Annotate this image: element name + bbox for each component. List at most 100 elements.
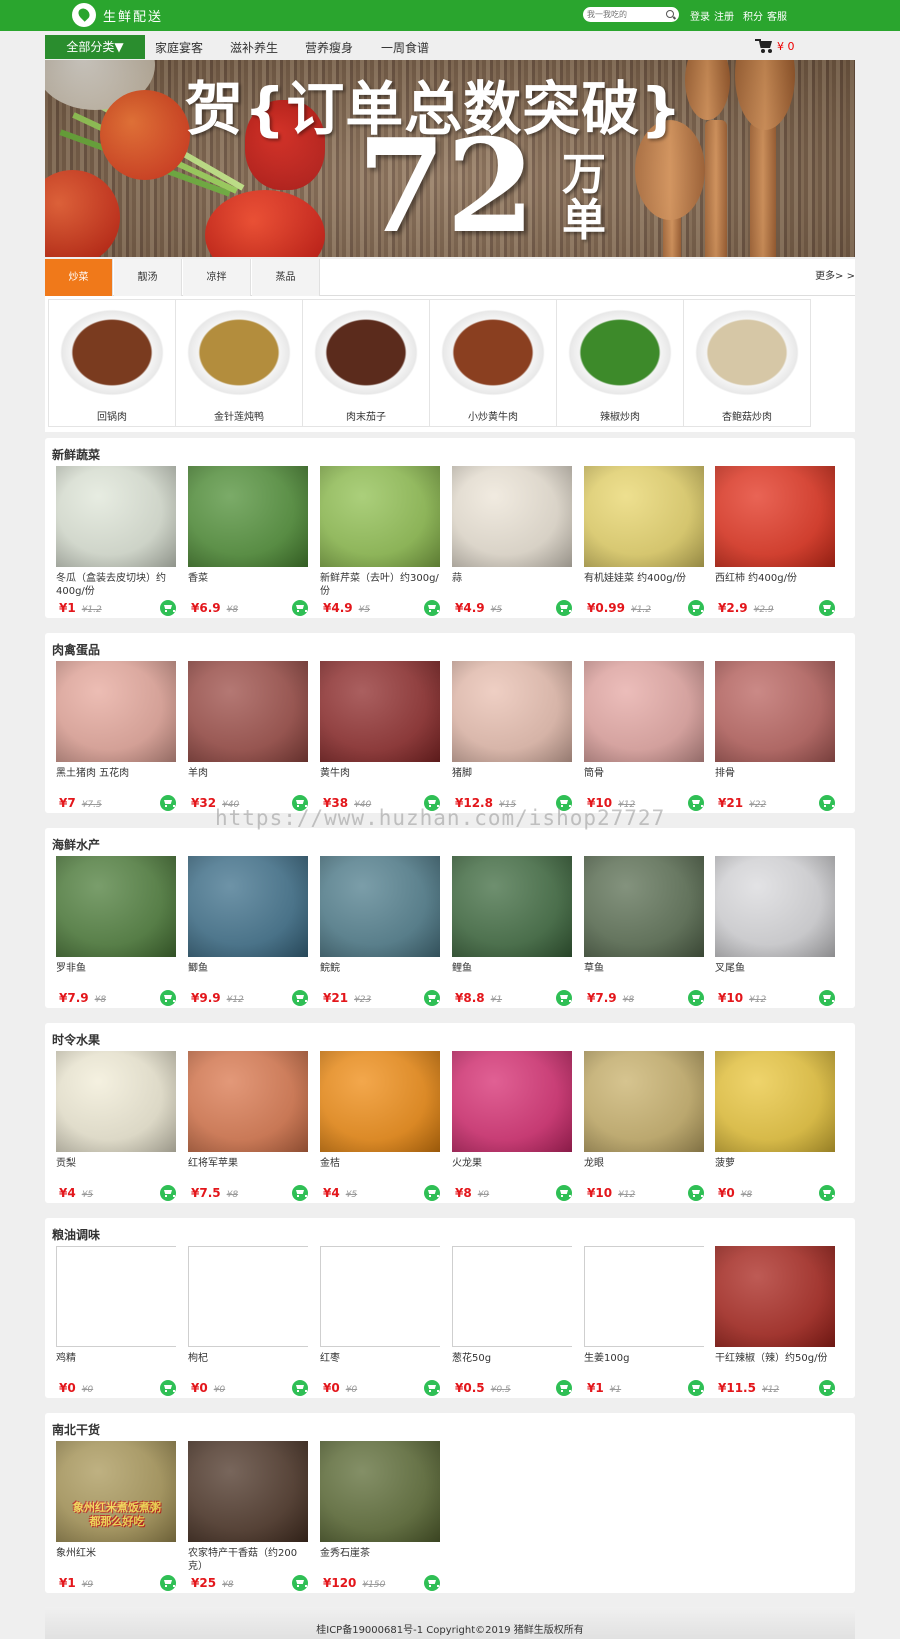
- add-to-cart-icon[interactable]: [160, 1380, 176, 1396]
- add-to-cart-icon[interactable]: [160, 990, 176, 1006]
- dish-name[interactable]: 小炒黄牛肉: [430, 408, 556, 423]
- product-card[interactable]: 新鲜芹菜（去叶）约300g/份 ¥4.9 ¥5: [320, 466, 442, 616]
- product-name[interactable]: 鲤鱼: [452, 962, 574, 975]
- product-name[interactable]: 西红柿 约400g/份: [715, 572, 837, 585]
- product-image[interactable]: [715, 1051, 835, 1152]
- add-to-cart-icon[interactable]: [556, 990, 572, 1006]
- dish-image[interactable]: [178, 302, 300, 403]
- product-card[interactable]: 龙眼 ¥10 ¥12: [584, 1051, 706, 1201]
- product-name[interactable]: 新鲜芹菜（去叶）约300g/份: [320, 572, 442, 598]
- add-to-cart-icon[interactable]: [424, 990, 440, 1006]
- product-image[interactable]: [715, 466, 835, 567]
- product-card[interactable]: 鲫鱼 ¥9.9 ¥12: [188, 856, 310, 1006]
- product-image[interactable]: [56, 1246, 176, 1347]
- product-image[interactable]: [188, 1441, 308, 1542]
- product-card[interactable]: 罗非鱼 ¥7.9 ¥8: [56, 856, 178, 1006]
- product-image[interactable]: [452, 661, 572, 762]
- add-to-cart-icon[interactable]: [688, 600, 704, 616]
- product-image[interactable]: [320, 1051, 440, 1152]
- product-image[interactable]: [56, 466, 176, 567]
- add-to-cart-icon[interactable]: [292, 990, 308, 1006]
- add-to-cart-icon[interactable]: [556, 600, 572, 616]
- dish-image[interactable]: [686, 302, 808, 403]
- product-card[interactable]: 叉尾鱼 ¥10 ¥12: [715, 856, 837, 1006]
- product-card[interactable]: 贡梨 ¥4 ¥5: [56, 1051, 178, 1201]
- dish-name[interactable]: 辣椒炒肉: [557, 408, 683, 423]
- product-image[interactable]: [452, 1246, 572, 1347]
- product-image[interactable]: [56, 1051, 176, 1152]
- add-to-cart-icon[interactable]: [160, 795, 176, 811]
- dish-name[interactable]: 杏鲍菇炒肉: [684, 408, 810, 423]
- product-card[interactable]: 西红柿 约400g/份 ¥2.9 ¥2.9: [715, 466, 837, 616]
- tab-cold-dish[interactable]: 凉拌: [183, 259, 251, 296]
- product-name[interactable]: 鲩鲩: [320, 962, 442, 975]
- product-image[interactable]: [452, 466, 572, 567]
- product-card[interactable]: 葱花50g ¥0.5 ¥0.5: [452, 1246, 574, 1396]
- product-card[interactable]: 有机娃娃菜 约400g/份 ¥0.99 ¥1.2: [584, 466, 706, 616]
- product-name[interactable]: 鸡精: [56, 1352, 178, 1365]
- tab-stir-fry[interactable]: 炒菜: [45, 259, 113, 296]
- product-name[interactable]: 草鱼: [584, 962, 706, 975]
- product-image[interactable]: [452, 1051, 572, 1152]
- product-name[interactable]: 火龙果: [452, 1157, 574, 1170]
- product-image[interactable]: [584, 661, 704, 762]
- dish-image[interactable]: [432, 302, 554, 403]
- product-image[interactable]: [188, 466, 308, 567]
- product-image[interactable]: 象州红米煮饭煮粥 都那么好吃: [56, 1441, 176, 1542]
- tab-soup[interactable]: 靓汤: [114, 259, 182, 296]
- add-to-cart-icon[interactable]: [292, 1185, 308, 1201]
- add-to-cart-icon[interactable]: [819, 990, 835, 1006]
- add-to-cart-icon[interactable]: [424, 1185, 440, 1201]
- add-to-cart-icon[interactable]: [424, 1575, 440, 1591]
- dish-card[interactable]: 回锅肉: [48, 299, 176, 427]
- product-card[interactable]: 猪脚 ¥12.8 ¥15: [452, 661, 574, 811]
- add-to-cart-icon[interactable]: [292, 1380, 308, 1396]
- product-card[interactable]: 金桔 ¥4 ¥5: [320, 1051, 442, 1201]
- product-card[interactable]: 金秀石崖茶 ¥120 ¥150: [320, 1441, 442, 1591]
- add-to-cart-icon[interactable]: [688, 1380, 704, 1396]
- product-image[interactable]: [715, 661, 835, 762]
- product-card[interactable]: 鲩鲩 ¥21 ¥23: [320, 856, 442, 1006]
- dish-card[interactable]: 杏鲍菇炒肉: [683, 299, 811, 427]
- product-card[interactable]: 鲤鱼 ¥8.8 ¥1: [452, 856, 574, 1006]
- add-to-cart-icon[interactable]: [556, 1380, 572, 1396]
- dish-card[interactable]: 小炒黄牛肉: [429, 299, 557, 427]
- product-card[interactable]: 干红辣椒（辣）约50g/份 ¥11.5 ¥12: [715, 1246, 837, 1396]
- promo-banner[interactable]: 贺{订单总数突破} 72 万单: [45, 60, 855, 257]
- product-card[interactable]: 象州红米煮饭煮粥 都那么好吃 象州红米 ¥1 ¥9: [56, 1441, 178, 1591]
- product-image[interactable]: [452, 856, 572, 957]
- dish-card[interactable]: 肉末茄子: [302, 299, 430, 427]
- product-name[interactable]: 红枣: [320, 1352, 442, 1365]
- product-name[interactable]: 鲫鱼: [188, 962, 310, 975]
- add-to-cart-icon[interactable]: [819, 1380, 835, 1396]
- product-name[interactable]: 金桔: [320, 1157, 442, 1170]
- product-name[interactable]: 葱花50g: [452, 1352, 574, 1365]
- add-to-cart-icon[interactable]: [556, 1185, 572, 1201]
- product-name[interactable]: 排骨: [715, 767, 837, 780]
- add-to-cart-icon[interactable]: [819, 795, 835, 811]
- login-link[interactable]: 登录: [690, 8, 710, 23]
- product-card[interactable]: 草鱼 ¥7.9 ¥8: [584, 856, 706, 1006]
- search-input[interactable]: [583, 7, 659, 22]
- add-to-cart-icon[interactable]: [688, 795, 704, 811]
- dish-card[interactable]: 金针莲炖鸭: [175, 299, 303, 427]
- product-image[interactable]: [188, 1051, 308, 1152]
- dish-image[interactable]: [559, 302, 681, 403]
- dish-image[interactable]: [305, 302, 427, 403]
- product-image[interactable]: [320, 661, 440, 762]
- product-name[interactable]: 枸杞: [188, 1352, 310, 1365]
- product-card[interactable]: 黄牛肉 ¥38 ¥40: [320, 661, 442, 811]
- product-image[interactable]: [188, 856, 308, 957]
- product-name[interactable]: 龙眼: [584, 1157, 706, 1170]
- add-to-cart-icon[interactable]: [688, 1185, 704, 1201]
- points-link[interactable]: 积分: [743, 8, 763, 23]
- product-card[interactable]: 排骨 ¥21 ¥22: [715, 661, 837, 811]
- product-name[interactable]: 羊肉: [188, 767, 310, 780]
- product-card[interactable]: 生姜100g ¥1 ¥1: [584, 1246, 706, 1396]
- product-image[interactable]: [188, 1246, 308, 1347]
- product-name[interactable]: 筒骨: [584, 767, 706, 780]
- product-card[interactable]: 红将军苹果 ¥7.5 ¥8: [188, 1051, 310, 1201]
- add-to-cart-icon[interactable]: [819, 600, 835, 616]
- product-name[interactable]: 干红辣椒（辣）约50g/份: [715, 1352, 837, 1365]
- product-name[interactable]: 冬瓜（盒装去皮切块）约400g/份: [56, 572, 178, 598]
